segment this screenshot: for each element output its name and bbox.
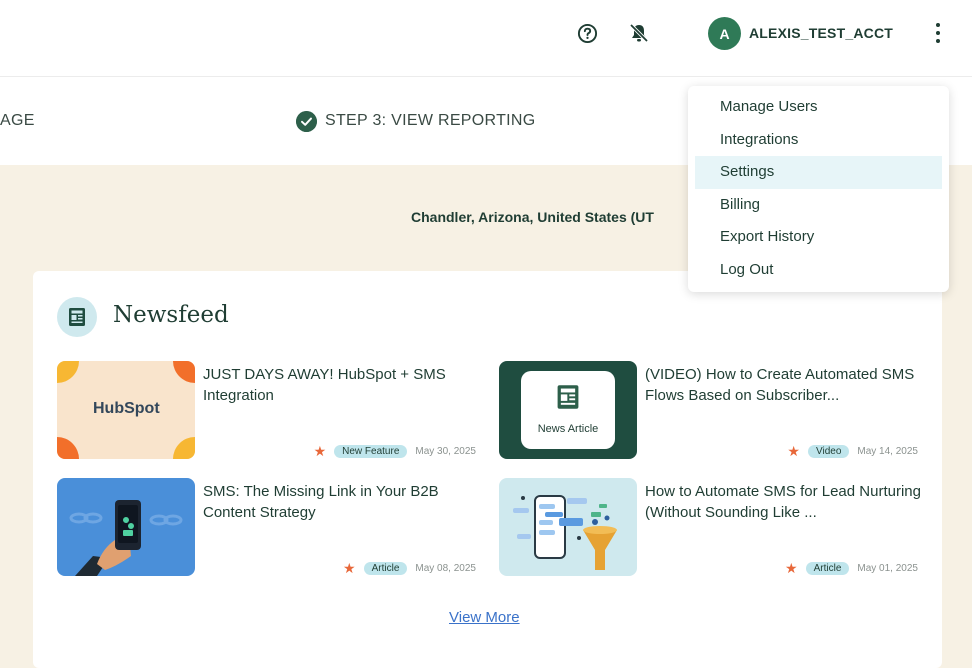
phone-funnel-thumbnail xyxy=(499,478,637,576)
menu-item-log-out[interactable]: Log Out xyxy=(695,254,942,287)
top-header: A ALEXIS_TEST_ACCT xyxy=(0,0,972,77)
avatar[interactable]: A xyxy=(708,17,741,50)
news-item-date: May 01, 2025 xyxy=(857,563,918,574)
account-dropdown-menu: Manage Users Integrations Settings Billi… xyxy=(688,86,949,292)
news-item-meta: ★ New Feature May 30, 2025 xyxy=(314,443,476,460)
news-item-title[interactable]: How to Automate SMS for Lead Nurturing (… xyxy=(645,481,925,523)
location-text: Chandler, Arizona, United States (UT xyxy=(411,209,654,225)
tag-badge: Article xyxy=(805,562,850,575)
kebab-menu-icon[interactable] xyxy=(930,21,946,45)
tag-badge: Article xyxy=(363,562,408,575)
news-item[interactable]: How to Automate SMS for Lead Nurturing (… xyxy=(499,478,921,577)
menu-item-settings[interactable]: Settings xyxy=(695,156,942,189)
star-icon: ★ xyxy=(343,560,356,576)
tag-badge: New Feature xyxy=(334,445,408,458)
news-item-date: May 30, 2025 xyxy=(415,446,476,457)
news-article-label: News Article xyxy=(537,423,599,435)
tag-badge: Video xyxy=(807,445,850,458)
newsfeed-title: Newsfeed xyxy=(113,302,229,328)
news-article-thumbnail: News Article xyxy=(499,361,637,459)
account-name[interactable]: ALEXIS_TEST_ACCT xyxy=(749,25,893,41)
menu-item-export-history[interactable]: Export History xyxy=(695,221,942,254)
hubspot-logo: HubSpot xyxy=(93,400,160,417)
check-circle-icon xyxy=(296,111,317,132)
news-item[interactable]: News Article (VIDEO) How to Create Autom… xyxy=(499,361,918,459)
step-2-label[interactable]: AGE xyxy=(0,112,35,130)
news-item-title[interactable]: SMS: The Missing Link in Your B2B Conten… xyxy=(203,481,483,523)
star-icon: ★ xyxy=(787,443,800,459)
phone-in-hand-thumbnail xyxy=(57,478,195,576)
step-3-label[interactable]: STEP 3: VIEW REPORTING xyxy=(325,112,536,130)
star-icon: ★ xyxy=(785,560,798,576)
news-item-meta: ★ Article May 08, 2025 xyxy=(343,560,476,577)
bell-off-icon[interactable] xyxy=(628,22,650,44)
news-item-meta: ★ Article May 01, 2025 xyxy=(785,560,918,577)
news-item-title[interactable]: JUST DAYS AWAY! HubSpot + SMS Integratio… xyxy=(203,364,483,406)
menu-item-billing[interactable]: Billing xyxy=(695,189,942,222)
newspaper-icon xyxy=(57,297,97,337)
news-article-tile: News Article xyxy=(521,371,615,449)
view-more-link[interactable]: View More xyxy=(449,609,520,626)
news-item[interactable]: SMS: The Missing Link in Your B2B Conten… xyxy=(57,478,476,576)
newspaper-icon xyxy=(557,385,579,409)
newsfeed-card: Newsfeed HubSpot JUST DAYS AWAY! HubSpot… xyxy=(33,271,942,668)
news-item[interactable]: HubSpot JUST DAYS AWAY! HubSpot + SMS In… xyxy=(57,361,476,459)
menu-item-integrations[interactable]: Integrations xyxy=(695,124,942,157)
hubspot-thumbnail: HubSpot xyxy=(57,361,195,459)
menu-item-manage-users[interactable]: Manage Users xyxy=(695,91,942,124)
help-icon[interactable] xyxy=(577,23,598,44)
star-icon: ★ xyxy=(313,443,327,459)
news-item-date: May 08, 2025 xyxy=(415,563,476,574)
news-item-meta: ★ Video May 14, 2025 xyxy=(787,443,918,460)
news-item-title[interactable]: (VIDEO) How to Create Automated SMS Flow… xyxy=(645,364,925,406)
news-item-date: May 14, 2025 xyxy=(857,446,918,457)
